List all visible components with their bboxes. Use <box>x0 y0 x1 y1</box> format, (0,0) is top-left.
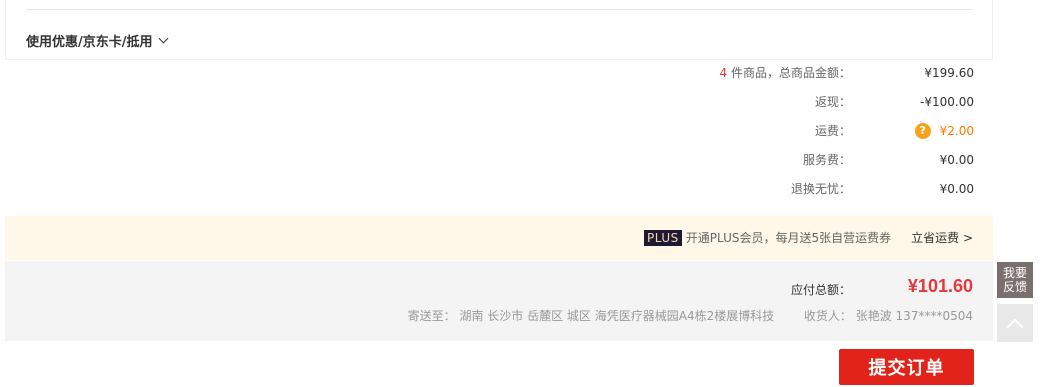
shipping-value-wrap: ? ¥2.00 <box>914 122 974 140</box>
plus-promo-text: 开通PLUS会员，每月送5张自营运费券 <box>685 231 892 245</box>
feedback-label-line1: 我要 <box>1002 266 1027 280</box>
summary-return-row: 退换无忧： ¥0.00 <box>0 180 1043 198</box>
shipping-address-line: 寄送至： 湖南 长沙市 岳麓区 城区 海凭医疗器械园A4栋2楼展博科技 收货人：… <box>408 307 973 324</box>
service-fee-label: 服务费： <box>802 153 851 167</box>
chevron-down-icon <box>158 33 168 44</box>
summary-items-row: 4 件商品，总商品金额： ¥199.60 <box>0 64 1043 82</box>
cashback-value: -¥100.00 <box>920 95 974 109</box>
items-label-text: 件商品，总商品金额： <box>727 66 851 80</box>
summary-cashback-row: 返现： -¥100.00 <box>0 93 1043 111</box>
feedback-button[interactable]: 我要 反馈 <box>997 262 1033 298</box>
coupon-toggle[interactable]: 使用优惠/京东卡/抵用 <box>26 31 168 50</box>
summary-shipping-row: 运费： ? ¥2.00 <box>0 122 1043 140</box>
items-total-value: ¥199.60 <box>924 66 974 80</box>
plus-logo: PLUS <box>644 229 682 246</box>
return-guarantee-label: 退换无忧： <box>790 182 851 196</box>
total-panel: 应付总额： ¥101.60 寄送至： 湖南 长沙市 岳麓区 城区 海凭医疗器械园… <box>5 261 993 341</box>
items-total-label: 4 件商品，总商品金额： <box>720 64 851 82</box>
submit-order-button[interactable]: 提交订单 <box>839 349 974 385</box>
help-icon[interactable]: ? <box>914 122 931 139</box>
ship-to-label: 寄送至： <box>407 309 456 323</box>
divider <box>26 9 973 10</box>
arrow-up-icon <box>1006 318 1024 336</box>
payable-amount: ¥101.60 <box>907 276 973 296</box>
shipping-address: 湖南 长沙市 岳麓区 城区 海凭医疗器械园A4栋2楼展博科技 <box>459 309 775 323</box>
summary-service-row: 服务费： ¥0.00 <box>0 151 1043 169</box>
coupon-toggle-label: 使用优惠/京东卡/抵用 <box>26 35 153 50</box>
back-to-top-button[interactable] <box>997 304 1033 342</box>
service-fee-value: ¥0.00 <box>939 153 974 167</box>
receiver-name-phone: 张艳波 137****0504 <box>855 309 973 323</box>
payable-label: 应付总额： <box>790 283 851 297</box>
plus-save-link[interactable]: 立省运费 > <box>911 229 973 246</box>
coupon-panel: 使用优惠/京东卡/抵用 <box>5 0 993 60</box>
plus-promo-bar: PLUS 开通PLUS会员，每月送5张自营运费券 立省运费 > <box>5 216 993 260</box>
shipping-label: 运费： <box>814 124 851 138</box>
feedback-label-line2: 反馈 <box>1002 280 1027 294</box>
return-guarantee-value: ¥0.00 <box>939 182 974 196</box>
receiver-label: 收货人： <box>803 309 852 323</box>
cashback-label: 返现： <box>814 95 851 109</box>
shipping-value: ¥2.00 <box>939 124 974 138</box>
